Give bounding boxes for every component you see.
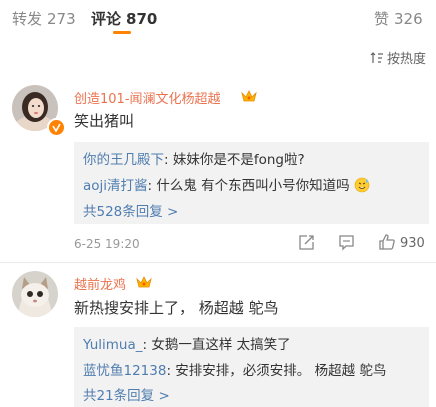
tab-like-label: 赞: [374, 10, 390, 28]
comment-username[interactable]: 越前龙鸡: [74, 274, 126, 293]
comment-timestamp: 6-25 19:20: [74, 237, 140, 251]
comment-icon[interactable]: [338, 234, 355, 251]
more-replies-link[interactable]: 共528条回复 >: [83, 200, 178, 220]
share-icon[interactable]: [298, 234, 315, 251]
reply-text: : 安排安排，必须安排。 杨超越 鸵鸟: [166, 363, 387, 379]
replies-box[interactable]: 你的王几殿下: 妹妹你是不是fong啦? aoji清打酱: 什么鬼 有个东西叫小…: [74, 142, 429, 224]
sort-label: 按热度: [386, 52, 426, 67]
avatar[interactable]: [12, 271, 58, 317]
reply-line: 蓝忧鱼12138: 安排安排，必须安排。 杨超越 鸵鸟: [83, 359, 386, 379]
tab-like[interactable]: 赞 326: [374, 8, 423, 29]
replies-box[interactable]: Yulimua_: 女鹅一直这样 太搞笑了 蓝忧鱼12138: 安排安排，必须安…: [74, 327, 429, 407]
tab-repost[interactable]: 转发 273: [12, 8, 76, 29]
like-count: 930: [400, 236, 425, 251]
vip-crown-icon: [136, 276, 152, 288]
comment-divider: [0, 262, 436, 263]
reply-text: : 妹妹你是不是fong啦?: [164, 152, 305, 168]
reply-line: aoji清打酱: 什么鬼 有个东西叫小号你知道吗: [83, 174, 370, 194]
reply-text: : 什么鬼 有个东西叫小号你知道吗: [147, 178, 350, 194]
reply-line: Yulimua_: 女鹅一直这样 太搞笑了: [83, 333, 291, 353]
like-icon[interactable]: [378, 233, 396, 251]
tab-repost-count: 273: [47, 10, 76, 28]
sort-bar: 按热度: [0, 38, 436, 75]
tab-like-count: 326: [394, 10, 423, 28]
tab-comment-count: 870: [126, 10, 158, 28]
avatar-image: [12, 271, 58, 317]
comment-tabs: 转发 273 评论 870 赞 326: [0, 0, 436, 39]
sort-icon: [370, 51, 383, 63]
sort-by-hot-button[interactable]: 按热度: [370, 48, 426, 67]
active-tab-indicator: [113, 31, 131, 34]
tab-repost-label: 转发: [12, 10, 43, 28]
reply-username[interactable]: 蓝忧鱼12138: [83, 363, 166, 379]
tab-comment-label: 评论: [91, 10, 122, 28]
reply-username[interactable]: aoji清打酱: [83, 178, 148, 194]
comment-text: 笑出猪叫: [74, 112, 135, 130]
reply-line: 你的王几殿下: 妹妹你是不是fong啦?: [83, 148, 305, 168]
sweat-smile-emoji-icon: [354, 177, 370, 193]
reply-text: : 女鹅一直这样 太搞笑了: [142, 337, 291, 353]
vip-crown-icon: [241, 90, 257, 102]
more-replies-link[interactable]: 共21条回复 >: [83, 384, 170, 404]
comment-username[interactable]: 创造101-闻澜文化杨超越: [74, 88, 221, 107]
verified-badge-icon: [47, 118, 66, 137]
tab-comment[interactable]: 评论 870: [91, 8, 157, 29]
reply-username[interactable]: Yulimua_: [83, 337, 142, 353]
reply-username[interactable]: 你的王几殿下: [83, 152, 164, 168]
comment-text: 新热搜安排上了， 杨超越 鸵鸟: [74, 299, 279, 317]
